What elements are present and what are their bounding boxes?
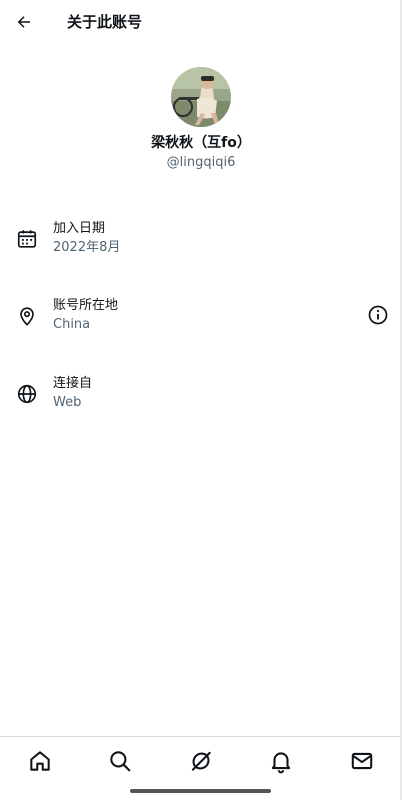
info-row-label: 账号所在地 <box>53 298 119 313</box>
avatar[interactable] <box>171 67 231 127</box>
location-pin-icon <box>20 307 34 326</box>
bottom-navigation-bar <box>0 736 400 785</box>
info-row-value: Web <box>53 395 82 410</box>
arrow-left-icon <box>17 16 30 28</box>
globe-icon <box>17 384 37 404</box>
info-row-account-location: 账号所在地 China <box>0 297 400 337</box>
info-row-label: 连接自 <box>53 376 93 391</box>
search-icon[interactable] <box>107 748 133 774</box>
profile-handle: @lingqiqi6 <box>166 155 236 170</box>
avatar-photo <box>171 67 231 127</box>
info-row-label: 加入日期 <box>53 221 106 236</box>
gesture-navigation-bar[interactable] <box>130 789 271 793</box>
info-circle-icon[interactable] <box>366 303 390 327</box>
page-title: 关于此账号 <box>67 13 143 31</box>
back-button[interactable] <box>10 8 38 36</box>
top-app-bar: 关于此账号 <box>0 0 400 44</box>
info-row-value: China <box>53 317 91 332</box>
messages-envelope-icon[interactable] <box>349 748 375 774</box>
info-row-join-date: 加入日期 2022年8月 <box>0 220 400 260</box>
info-row-value: 2022年8月 <box>53 240 121 255</box>
profile-display-name: 梁秋秋（互fo） <box>151 135 251 151</box>
calendar-icon <box>17 230 37 248</box>
info-row-connected-via: 连接自 Web <box>0 375 400 415</box>
notifications-bell-icon[interactable] <box>268 748 294 774</box>
home-icon[interactable] <box>27 748 53 774</box>
grok-icon[interactable] <box>188 748 214 774</box>
